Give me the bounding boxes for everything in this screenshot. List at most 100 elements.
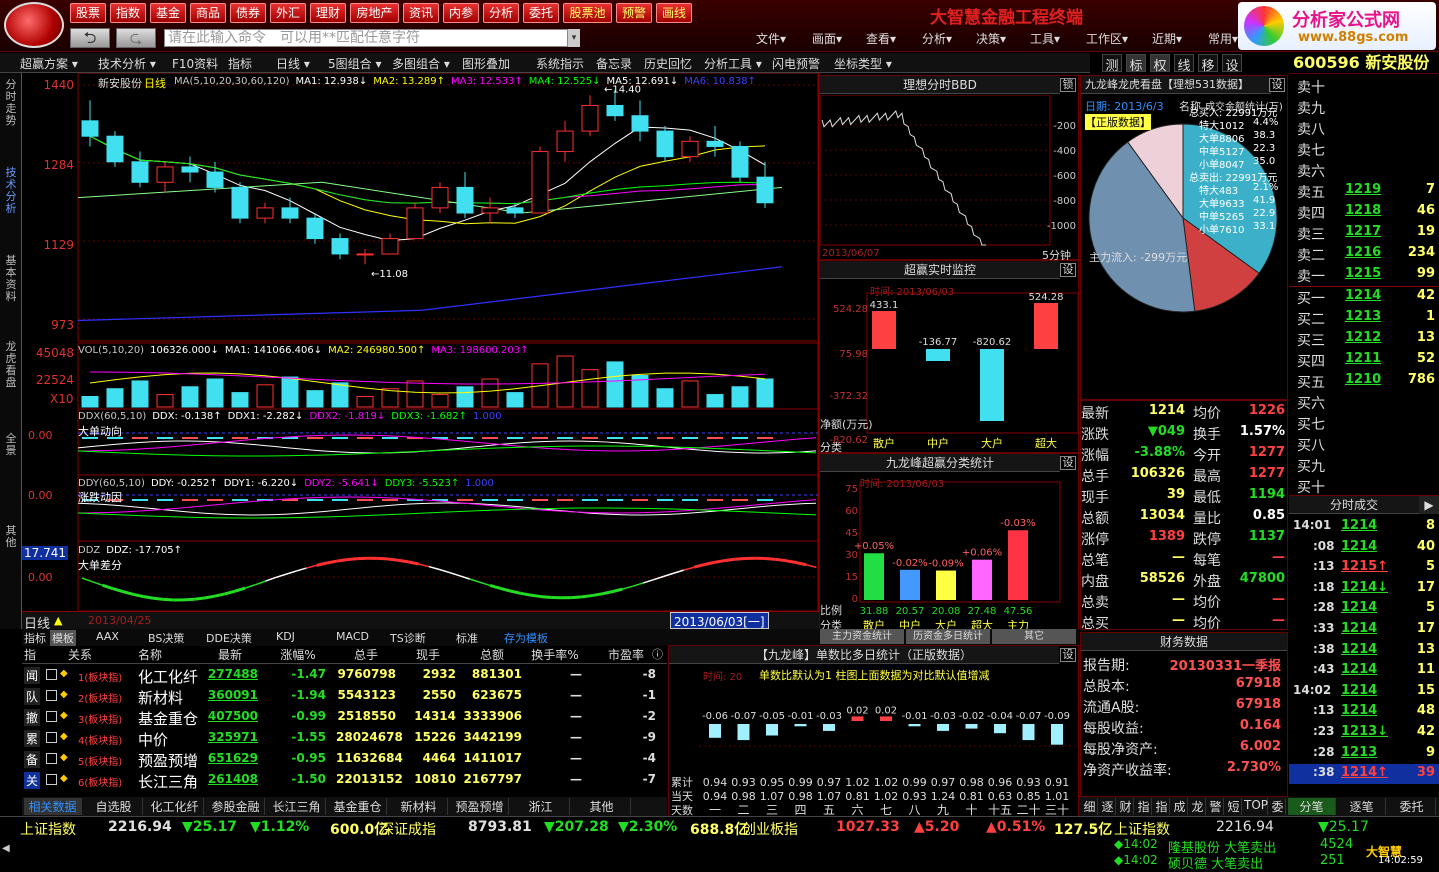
table-header-5[interactable]: 总手 [336, 646, 396, 663]
table-row-flag[interactable]: 累 [24, 730, 40, 747]
bottom-tab-0[interactable]: 相关数据 [24, 798, 82, 815]
top-menu-2[interactable]: 基金 [150, 3, 186, 23]
row-checkbox[interactable] [46, 669, 57, 680]
right-bottom-tab-2[interactable]: 财 [1118, 798, 1134, 815]
toolbar-right-3[interactable]: 线 [1174, 54, 1194, 72]
kline-chart-area[interactable]: 144012841129973←14.40←11.084504822524X10… [22, 73, 819, 629]
bottom-tab-8[interactable]: 浙江 [512, 798, 570, 815]
menu-1[interactable]: 画面▾ [812, 30, 842, 47]
indicator-tab-7[interactable]: TS诊断 [390, 630, 426, 646]
menu-4[interactable]: 决策▾ [976, 30, 1006, 47]
bottom-tab-7[interactable]: 预盈预增 [451, 798, 509, 815]
right-bottom-tab-3[interactable]: 指 [1136, 798, 1152, 815]
indicator-tab-8[interactable]: 标准 [456, 630, 478, 646]
table-header-7[interactable]: 总额 [462, 646, 522, 663]
row-checkbox[interactable] [46, 753, 57, 764]
sell-price[interactable]: 1219 [1345, 182, 1381, 197]
right-bottom-tab-11[interactable]: 分笔 [1288, 798, 1336, 815]
tick-price[interactable]: 1213 [1341, 745, 1377, 760]
left-tab-0[interactable]: 分时走势 [2, 79, 20, 127]
toolbar-item-7[interactable]: 图形叠加 [462, 55, 510, 72]
table-info-icon[interactable]: ⓘ [652, 646, 663, 662]
buy-price[interactable]: 1213 [1345, 309, 1381, 324]
top-menu-12[interactable]: 股票池 [563, 3, 612, 23]
back-button[interactable]: ⮌ [70, 28, 110, 48]
menu-0[interactable]: 文件▾ [756, 30, 786, 47]
bottom-tab-1[interactable]: 自选股 [85, 798, 143, 815]
right-index[interactable]: 上证指数2216.94▼25.17 [1112, 819, 1439, 839]
top-menu-14[interactable]: 画线 [656, 3, 692, 23]
forward-button[interactable]: ⮎ [116, 28, 156, 48]
indicator-tab-3[interactable]: BS决策 [148, 630, 184, 646]
right-bottom-tab-8[interactable]: 短 [1226, 798, 1242, 815]
table-name[interactable]: 预盈预增 [138, 750, 198, 771]
menu-6[interactable]: 工作区▾ [1086, 30, 1128, 47]
toolbar-item-2[interactable]: F10资料 [172, 55, 218, 72]
right-sub-tab-2[interactable]: 其它 [992, 629, 1076, 644]
toolbar-item-0[interactable]: 超赢方案 ▾ [20, 55, 78, 72]
toolbar-item-9[interactable]: 备忘录 [596, 55, 632, 72]
bottom-tab-4[interactable]: 长江三角 [268, 798, 326, 815]
menu-3[interactable]: 分析▾ [922, 30, 952, 47]
toolbar-item-12[interactable]: 闪电预警 [772, 55, 820, 72]
row-checkbox[interactable] [46, 690, 57, 701]
bbd-lock-button[interactable]: 锁 [1060, 78, 1076, 92]
tick-next-icon[interactable]: ▶ [1419, 496, 1439, 514]
left-tab-2[interactable]: 基本资料 [2, 255, 20, 303]
menu-2[interactable]: 查看▾ [866, 30, 896, 47]
indicator-tab-6[interactable]: MACD [336, 630, 369, 643]
table-header-6[interactable]: 现手 [400, 646, 456, 663]
table-name[interactable]: 化工化纤 [138, 666, 198, 687]
toolbar-right-1[interactable]: 标 [1126, 54, 1146, 72]
top-menu-13[interactable]: 预警 [616, 3, 652, 23]
indicator-tab-0[interactable]: 指标 [24, 630, 46, 646]
sell-price[interactable]: 1217 [1345, 224, 1381, 239]
order-book[interactable]: 卖十卖九卖八卖七卖六卖五12197卖四121846卖三121719卖二12162… [1289, 75, 1439, 495]
toolbar-item-8[interactable]: 系统指示 [536, 55, 584, 72]
top-menu-0[interactable]: 股票 [70, 3, 106, 23]
top-menu-8[interactable]: 资讯 [403, 3, 439, 23]
command-dropdown-icon[interactable]: ▾ [568, 29, 580, 47]
row-checkbox[interactable] [46, 774, 57, 785]
command-input[interactable]: 请在此输入命令 可以用**匹配任意字符 [164, 29, 568, 47]
indicator-tab-9[interactable]: 存为模板 [504, 630, 548, 646]
table-header-9[interactable]: 市盈率 [596, 646, 656, 663]
table-row-flag[interactable]: 队 [24, 688, 40, 705]
right-sub-tab-0[interactable]: 主力资金统计 [820, 629, 904, 644]
bottom-tab-6[interactable]: 新材料 [390, 798, 448, 815]
top-menu-7[interactable]: 房地产 [350, 3, 399, 23]
right-sub-tab-1[interactable]: 历资金多日统计 [906, 629, 990, 644]
toolbar-item-10[interactable]: 历史回忆 [644, 55, 692, 72]
right-bottom-tab-0[interactable]: 细 [1082, 798, 1098, 815]
indicator-tab-4[interactable]: DDE决策 [206, 630, 252, 646]
index-ticker[interactable]: 上证指数2216.94▼25.17▼1.12%600.0亿深证成指8793.81… [0, 819, 1110, 839]
toolbar-item-13[interactable]: 坐标类型 ▾ [834, 55, 892, 72]
tick-price[interactable]: 1214 [1341, 539, 1377, 554]
indicator-tab-2[interactable]: AAX [96, 630, 119, 643]
left-tab-4[interactable]: 全景 [2, 433, 20, 457]
menu-7[interactable]: 近期▾ [1152, 30, 1182, 47]
table-name[interactable]: 中价 [138, 729, 168, 750]
table-row-flag[interactable]: 闻 [24, 667, 40, 684]
table-header-1[interactable]: 关系 [68, 646, 128, 663]
date-axis[interactable]: 日线 ▲ 2013/04/25 2013/06/03[一] [22, 611, 819, 629]
tick-price[interactable]: 1214↓ [1341, 580, 1388, 595]
indicator-tab-5[interactable]: KDJ [276, 630, 295, 643]
top-menu-6[interactable]: 理财 [310, 3, 346, 23]
news-text[interactable]: 硕贝德 大笔卖出 [1168, 853, 1263, 872]
toolbar-item-11[interactable]: 分析工具 ▾ [704, 55, 762, 72]
table-header-0[interactable]: 指 [24, 646, 40, 663]
bottom-tab-3[interactable]: 参股金融 [207, 798, 265, 815]
right-bottom-tab-7[interactable]: 警 [1208, 798, 1224, 815]
tick-price[interactable]: 1214 [1341, 703, 1377, 718]
right-bottom-tab-10[interactable]: 委 [1270, 798, 1286, 815]
tick-price[interactable]: 1214↑ [1341, 765, 1388, 780]
tick-price[interactable]: 1214 [1341, 642, 1377, 657]
tick-price[interactable]: 1215↑ [1341, 559, 1388, 574]
row-checkbox[interactable] [46, 732, 57, 743]
top-menu-3[interactable]: 商品 [190, 3, 226, 23]
tick-price[interactable]: 1214 [1341, 662, 1377, 677]
toolbar-item-5[interactable]: 5图组合 ▾ [328, 55, 381, 72]
right-bottom-tab-9[interactable]: TOP [1244, 798, 1268, 815]
top-menu-10[interactable]: 分析 [483, 3, 519, 23]
